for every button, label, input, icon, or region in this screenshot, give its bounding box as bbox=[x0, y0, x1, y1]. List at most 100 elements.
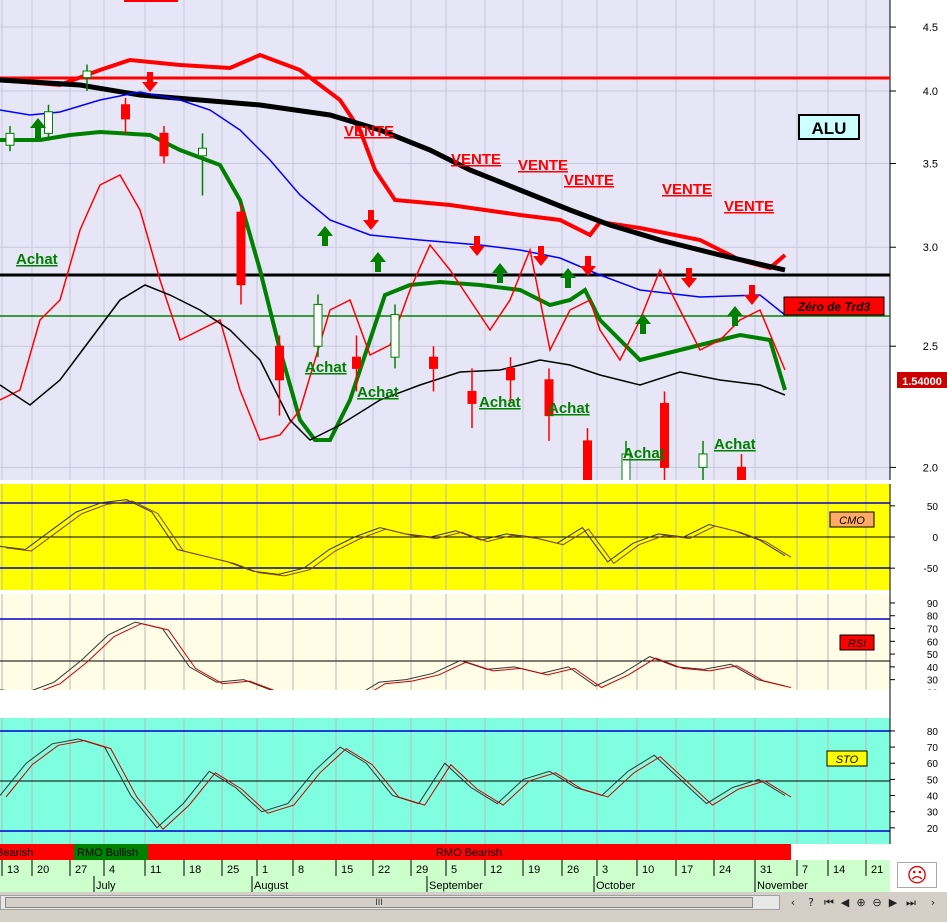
x-day-label: 4 bbox=[109, 864, 115, 876]
x-day-label: 7 bbox=[802, 864, 808, 876]
vente-label-6: VENTE bbox=[724, 198, 774, 215]
help-icon[interactable]: ? bbox=[804, 895, 818, 910]
main-y-tick-label: 4.5 bbox=[923, 22, 938, 34]
cmo-y-tick-label: 50 bbox=[927, 502, 939, 513]
rsi-y-tick-label: 60 bbox=[927, 637, 939, 648]
vente-label-3: VENTE bbox=[518, 157, 568, 174]
symbol-label: ALU bbox=[812, 119, 847, 138]
last-icon[interactable]: ⏭ bbox=[904, 895, 918, 910]
separator-2 bbox=[0, 590, 947, 594]
x-day-label: 11 bbox=[150, 864, 161, 876]
x-day-label: 29 bbox=[416, 864, 428, 876]
x-day-label: 10 bbox=[642, 864, 654, 876]
sto-y-tick-label: 30 bbox=[927, 808, 939, 819]
sto-y-tick-label: 80 bbox=[927, 727, 939, 738]
main-axis-bg bbox=[890, 0, 947, 480]
scroll-track[interactable]: III bbox=[0, 895, 780, 910]
x-day-label: 24 bbox=[719, 864, 731, 876]
x-day-label: 20 bbox=[37, 864, 49, 876]
candle-body bbox=[467, 390, 477, 404]
main-y-tick-label: 3.5 bbox=[923, 159, 938, 171]
x-day-label: 5 bbox=[451, 864, 457, 876]
x-day-label: 31 bbox=[760, 864, 772, 876]
candle-body bbox=[352, 356, 361, 369]
x-day-label: 14 bbox=[833, 864, 845, 876]
last-price-label: 1.54000 bbox=[902, 376, 942, 388]
vente-label-4: VENTE bbox=[564, 172, 614, 189]
candle-body bbox=[198, 147, 207, 157]
rmo-label-2: RMO Bullish bbox=[77, 847, 138, 859]
candle-body bbox=[159, 132, 169, 157]
rsi-y-tick-label: 30 bbox=[927, 676, 939, 687]
x-month-label: October bbox=[596, 880, 635, 892]
x-day-label: 19 bbox=[528, 864, 540, 876]
cmo-label: CMO bbox=[839, 515, 865, 527]
x-day-label: 26 bbox=[567, 864, 579, 876]
x-month-label: August bbox=[254, 880, 288, 892]
vente-label-5: VENTE bbox=[662, 181, 712, 198]
cmo-y-tick-label: -50 bbox=[924, 564, 939, 575]
sto-y-tick-label: 60 bbox=[927, 759, 939, 770]
candle-body bbox=[390, 314, 400, 358]
rsi-panel-bg bbox=[0, 594, 890, 690]
candle-body bbox=[82, 70, 92, 79]
first-icon[interactable]: ⏮ bbox=[822, 895, 836, 910]
achat-label-4: Achat bbox=[479, 394, 521, 411]
x-day-label: 15 bbox=[341, 864, 353, 876]
scroll-bar: III ‹ ? ⏮ ◀ ⊕ ⊖ ▶ ⏭ › bbox=[0, 892, 947, 922]
main-panel-bg bbox=[0, 0, 890, 480]
achat-label-7: Achat bbox=[714, 436, 756, 453]
candle-body bbox=[5, 132, 15, 146]
candle-body bbox=[313, 303, 323, 347]
rmo-label-1: Bearish bbox=[0, 847, 33, 859]
main-y-tick-label: 4.0 bbox=[923, 86, 938, 98]
x-day-label: 18 bbox=[189, 864, 201, 876]
main-y-tick-label: 2.0 bbox=[923, 462, 938, 474]
sto-label: STO bbox=[836, 754, 859, 766]
candle-body bbox=[275, 345, 284, 381]
scroll-left-icon[interactable]: ‹ bbox=[786, 895, 800, 910]
zoom-in-icon[interactable]: ⊕ bbox=[854, 895, 868, 910]
x-day-label: 27 bbox=[75, 864, 87, 876]
separator-1 bbox=[0, 480, 947, 484]
x-day-label: 17 bbox=[681, 864, 693, 876]
sad-face-icon[interactable]: ☹ bbox=[897, 862, 937, 888]
chart-root: 5.04.54.03.53.02.52.01.5 VENTE VENTE VEN… bbox=[0, 0, 947, 922]
rsi-y-tick-label: 40 bbox=[927, 663, 939, 674]
achat-label-6: Achat bbox=[623, 445, 665, 462]
vente-label-2: VENTE bbox=[451, 151, 501, 168]
scroll-right-icon[interactable]: › bbox=[926, 895, 940, 910]
sto-y-tick-label: 70 bbox=[927, 743, 939, 754]
prev-icon[interactable]: ◀ bbox=[838, 895, 852, 910]
next-icon[interactable]: ▶ bbox=[886, 895, 900, 910]
cmo-axis-bg bbox=[890, 484, 947, 590]
scroll-thumb[interactable]: III bbox=[5, 897, 753, 908]
candle-body bbox=[506, 367, 515, 381]
x-day-label: 21 bbox=[871, 864, 883, 876]
vente-label-1: VENTE bbox=[344, 123, 394, 140]
main-y-tick-label: 3.0 bbox=[923, 242, 938, 254]
x-month-label: July bbox=[96, 880, 116, 892]
main-y-tick-label: 2.5 bbox=[923, 341, 938, 353]
sto-y-tick-label: 50 bbox=[927, 775, 939, 786]
candle-body bbox=[236, 211, 246, 286]
x-month-label: November bbox=[757, 880, 808, 892]
rsi-y-tick-label: 50 bbox=[927, 650, 939, 661]
x-day-label: 13 bbox=[7, 864, 19, 876]
x-day-label: 22 bbox=[378, 864, 390, 876]
achat-label-2: Achat bbox=[305, 359, 347, 376]
x-day-label: 8 bbox=[298, 864, 304, 876]
candle-body bbox=[121, 104, 130, 120]
candle-body bbox=[44, 111, 53, 134]
x-month-label: September bbox=[429, 880, 483, 892]
chart-svg: 5.04.54.03.53.02.52.01.5 VENTE VENTE VEN… bbox=[0, 0, 947, 892]
candle-body bbox=[698, 453, 708, 468]
zoom-out-icon[interactable]: ⊖ bbox=[870, 895, 884, 910]
rmo-label-3: RMO Bearish bbox=[436, 847, 502, 859]
cmo-y-tick-label: 0 bbox=[932, 533, 938, 544]
rsi-y-tick-label: 90 bbox=[927, 599, 939, 610]
rsi-y-tick-label: 80 bbox=[927, 612, 939, 623]
zero-trd3-label: Zéro de Trd3 bbox=[797, 300, 871, 314]
separator-3 bbox=[0, 690, 947, 718]
x-day-label: 3 bbox=[602, 864, 608, 876]
